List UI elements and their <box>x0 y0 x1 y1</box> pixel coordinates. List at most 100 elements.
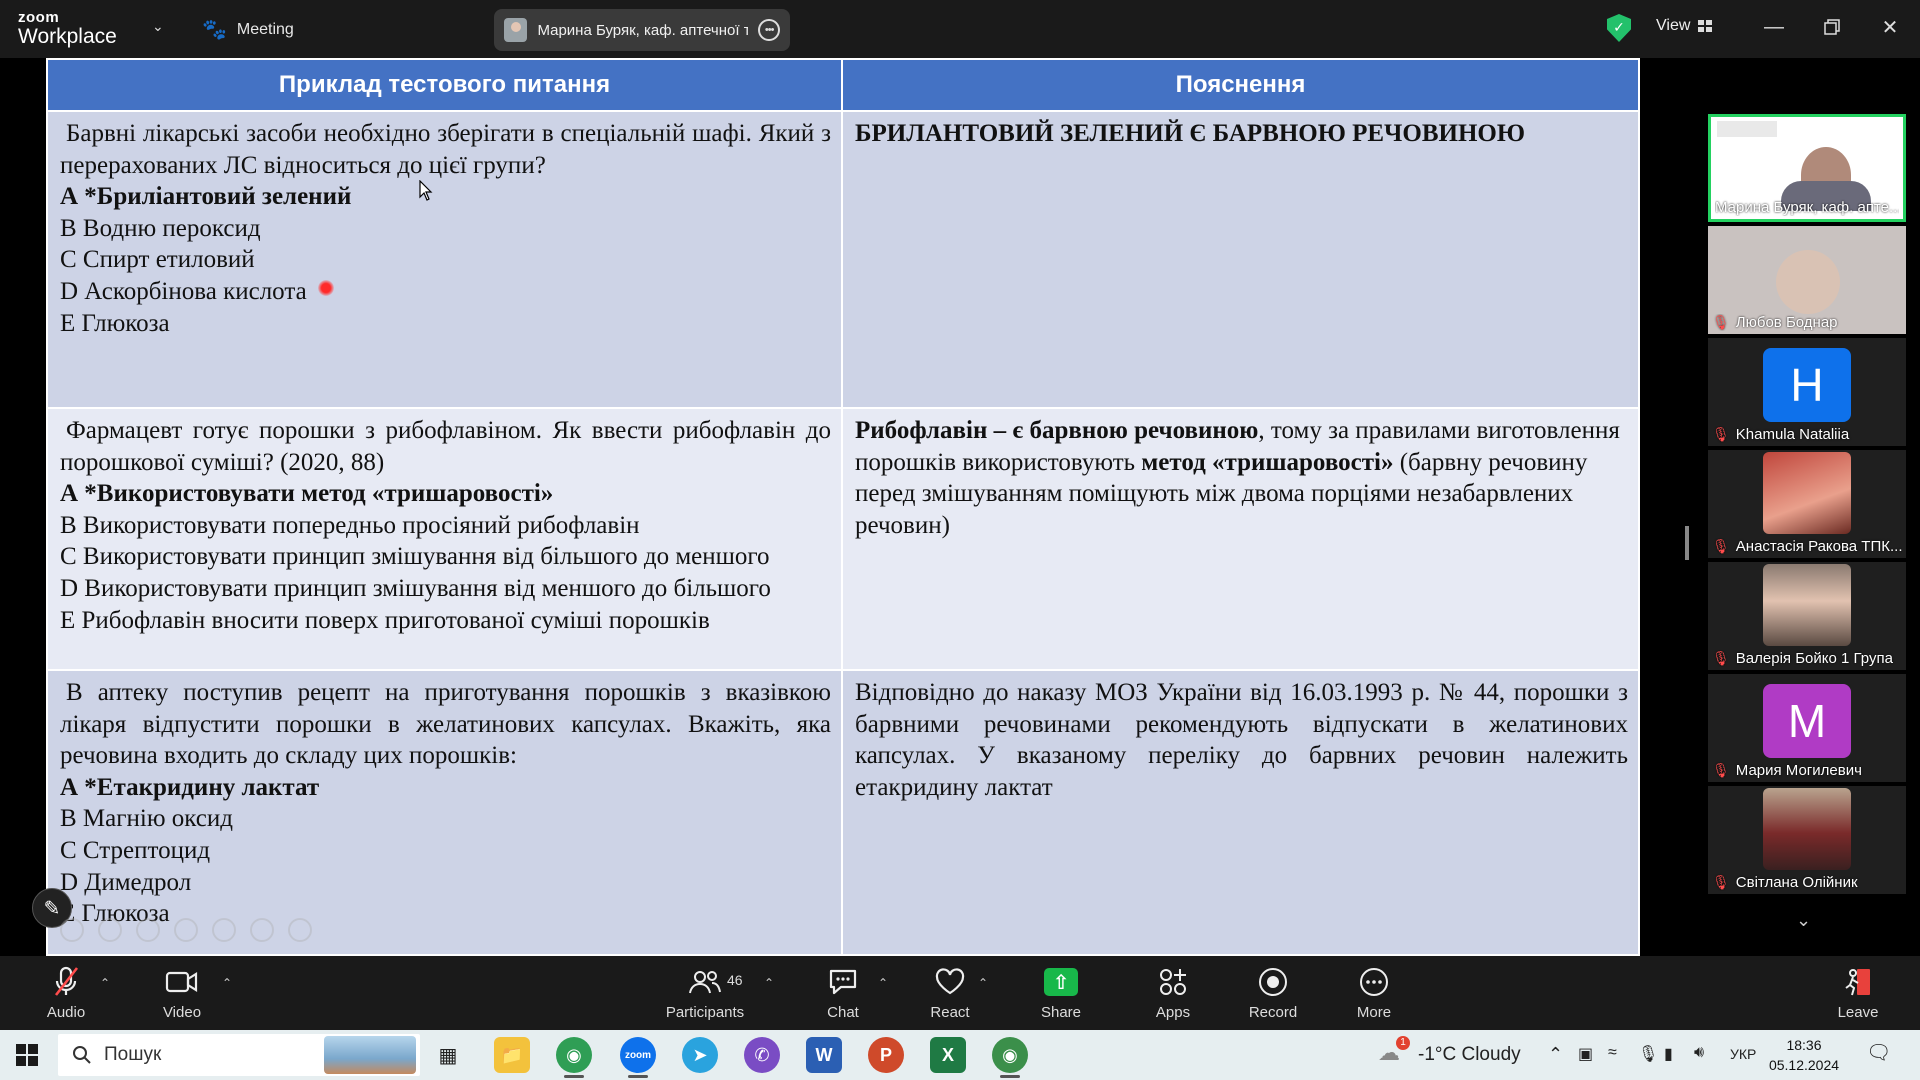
react-options-icon[interactable]: ⌃ <box>978 976 988 990</box>
record-button[interactable]: Record <box>1233 964 1313 1021</box>
participant-name: Анастасія Ракова ТПК... <box>1735 538 1902 555</box>
viber-icon[interactable]: ✆ <box>744 1037 780 1073</box>
video-options-icon[interactable]: ⌃ <box>222 976 232 990</box>
chat-button[interactable]: Chat <box>803 964 883 1021</box>
telegram-icon[interactable]: ➤ <box>682 1037 718 1073</box>
resize-handle[interactable] <box>1685 526 1689 560</box>
chevron-up-icon[interactable]: ⌃ <box>1548 1044 1563 1065</box>
chrome-icon[interactable]: ◉ <box>556 1037 592 1078</box>
meeting-label: Meeting <box>236 20 294 38</box>
participant-tile[interactable]: 🎙︎ Анастасія Ракова ТПК... <box>1708 450 1906 558</box>
explanation-cell: Рибофлавін – є барвною речовиною, тому з… <box>841 407 1640 671</box>
wifi-icon[interactable]: ≈ <box>1608 1044 1617 1062</box>
tile-label: 🎙︎ Мария Могилевич <box>1712 762 1902 779</box>
explanation-text: Відповідно до наказу МОЗ України від 16.… <box>855 679 1628 801</box>
chat-options-icon[interactable]: ⌃ <box>878 976 888 990</box>
view-button[interactable]: View <box>1656 17 1713 35</box>
more-button[interactable]: More <box>1334 964 1414 1021</box>
participant-tile[interactable]: Марина Буряк, каф. апте... <box>1708 114 1906 222</box>
avatar: M <box>1763 684 1851 758</box>
correct-answer: А *Використовувати метод «тришаровості» <box>60 480 554 508</box>
option: D Аскорбінова кислота <box>60 277 307 305</box>
audio-button[interactable]: Audio <box>26 964 106 1021</box>
participant-tile[interactable]: 🎙︎ Любов Боднар <box>1708 226 1906 334</box>
audio-options-icon[interactable]: ⌃ <box>100 976 110 990</box>
close-icon[interactable]: ✕ <box>1870 12 1910 42</box>
tile-label: 🎙︎ Світлана Олійник <box>1712 874 1902 891</box>
mouse-cursor-icon <box>419 180 433 201</box>
explanation-text: Рибофлавін – є барвною речовиною, тому з… <box>855 415 1628 541</box>
explanation-text: БРИЛАНТОВИЙ ЗЕЛЕНИЙ Є БАРВНОЮ РЕЧОВИНОЮ <box>855 120 1526 147</box>
option: D Димедрол <box>60 868 192 896</box>
tile-label: Марина Буряк, каф. апте... <box>1715 199 1899 216</box>
file-explorer-icon[interactable]: 📁 <box>494 1037 530 1073</box>
excel-icon[interactable]: X <box>930 1037 966 1073</box>
leave-button[interactable]: Leave <box>1818 964 1898 1021</box>
language-indicator[interactable]: УКР <box>1730 1046 1756 1062</box>
participants-options-icon[interactable]: ⌃ <box>764 976 774 990</box>
battery-icon[interactable]: ▮ <box>1664 1044 1673 1064</box>
word-icon[interactable]: W <box>806 1037 842 1073</box>
zoom-app-icon[interactable]: zoom <box>620 1037 656 1078</box>
taskbar-search[interactable]: Пошук <box>58 1034 420 1076</box>
grid-icon <box>1698 20 1713 32</box>
chevron-down-icon[interactable]: ⌄ <box>152 18 164 35</box>
question-table: Приклад тестового питання Пояснення Барв… <box>46 58 1640 956</box>
volume-icon[interactable]: 🔊︎ <box>1694 1044 1704 1062</box>
record-icon <box>1258 964 1288 1000</box>
table-row: Фармацевт готує порошки з рибофлавіном. … <box>46 407 1640 671</box>
gallery-scroll-down-icon[interactable]: ⌄ <box>1796 910 1811 931</box>
brand-top: zoom <box>18 9 60 26</box>
mic-muted-icon: 🎙︎ <box>1712 538 1730 554</box>
participant-tile[interactable]: M 🎙︎ Мария Могилевич <box>1708 674 1906 782</box>
explanation-cell: БРИЛАНТОВИЙ ЗЕЛЕНИЙ Є БАРВНОЮ РЕЧОВИНОЮ <box>841 110 1640 409</box>
task-view-icon[interactable]: ▦ <box>430 1037 466 1073</box>
windows-start-icon[interactable] <box>16 1044 38 1066</box>
video-button[interactable]: Video <box>142 964 222 1021</box>
minimize-icon[interactable]: — <box>1754 12 1794 42</box>
brand-bottom: Workplace <box>18 25 117 48</box>
more-options-icon[interactable]: ••• <box>758 19 780 41</box>
chrome-icon[interactable]: ◉ <box>992 1037 1028 1078</box>
option: С Стрептоцид <box>60 836 211 864</box>
explanation-bold-2: метод «тришаровості» <box>1141 448 1394 476</box>
question-text: Фармацевт готує порошки з рибофлавіном. … <box>60 417 831 476</box>
zoom-workplace-logo[interactable]: zoom Workplace <box>18 10 117 47</box>
participants-icon <box>688 964 722 1000</box>
share-label: Share <box>1040 1004 1082 1021</box>
participant-tile[interactable]: H 🎙︎ Khamula Nataliia <box>1708 338 1906 446</box>
participant-name: Марина Буряк, каф. апте... <box>1715 199 1899 216</box>
participant-tile[interactable]: 🎙︎ Валерія Бойко 1 Група <box>1708 562 1906 670</box>
mic-muted-icon: 🎙︎ <box>1712 762 1730 778</box>
time: 18:36 <box>1786 1037 1822 1053</box>
share-button[interactable]: ⇧ Share <box>1021 964 1101 1021</box>
title-bar: zoom Workplace ⌄ 🐾 Meeting Марина Буряк,… <box>0 0 1920 58</box>
clock[interactable]: 18:36 05.12.2024 <box>1768 1035 1840 1075</box>
option: Е Глюкоза <box>60 309 170 337</box>
host-pill[interactable]: Марина Буряк, каф. аптечної те ••• <box>494 9 790 51</box>
participant-tile[interactable]: 🎙︎ Світлана Олійник <box>1708 786 1906 894</box>
participants-label: Participants <box>665 1004 745 1021</box>
option: Е Рибофлавін вносити поверх приготованої… <box>60 606 710 634</box>
share-screen-icon: ⇧ <box>1044 964 1078 1000</box>
device-icon[interactable]: ▣ <box>1578 1044 1593 1064</box>
option: С Використовувати принцип змішування від… <box>60 543 770 571</box>
react-button[interactable]: React <box>910 964 990 1021</box>
option: В Магнію оксид <box>60 805 233 833</box>
question-text: В аптеку поступив рецепт на приготування… <box>60 679 831 770</box>
table-row: Барвні лікарські засоби необхідно зберіг… <box>46 110 1640 409</box>
header-explanation: Пояснення <box>841 58 1640 112</box>
powerpoint-icon[interactable]: P <box>868 1037 904 1073</box>
microphone-icon[interactable]: 🎙︎ <box>1638 1044 1658 1064</box>
weather-text[interactable]: -1°C Cloudy <box>1418 1044 1521 1066</box>
apps-button[interactable]: Apps <box>1133 964 1213 1021</box>
restore-icon[interactable] <box>1812 12 1852 42</box>
shield-check-icon[interactable]: ✓ <box>1607 14 1631 42</box>
participant-name: Світлана Олійник <box>1735 874 1858 891</box>
leave-icon <box>1843 964 1873 1000</box>
more-label: More <box>1356 1004 1392 1021</box>
option: D Використовувати принцип змішування від… <box>60 574 771 602</box>
view-label: View <box>1656 17 1691 34</box>
notifications-icon[interactable]: 🗨︎ <box>1866 1040 1891 1065</box>
meeting-tab[interactable]: 🐾 Meeting <box>202 17 294 42</box>
